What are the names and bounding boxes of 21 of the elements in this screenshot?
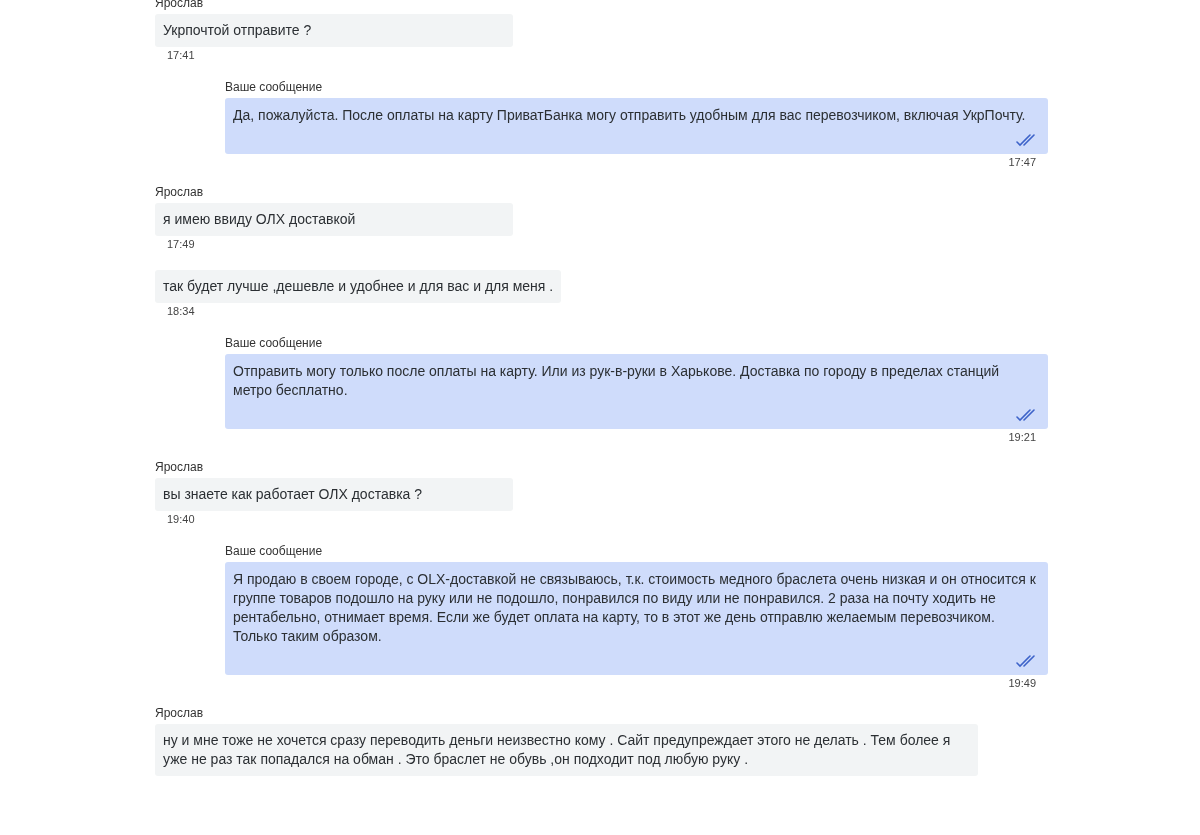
message-text: Да, пожалуйста. После оплаты на карту ПриватБанка могу отправить удобным для вас перевозчиком, включая УкрПочту. [233,106,1027,125]
message-time: 17:47 [1008,156,1036,168]
sender-label: Ваше сообщение [225,545,323,557]
message-text: вы знаете как работает ОЛХ доставка ? [155,478,513,511]
message-text: Отправить могу только после оплаты на карту. Или из рук-в-руки в Харькове. Доставка по городу в пределах станций метро бесплатно. [233,362,1001,400]
message-time: 17:49 [167,238,195,250]
sender-name: Ярослав [155,186,204,198]
message-text: Укрпочтой отправите ? [155,14,513,47]
message-time: 18:34 [167,305,195,317]
sender-name: Ярослав [155,707,204,719]
sender-label: Ваше сообщение [225,81,323,93]
message-time: 17:41 [167,49,195,61]
message-text: Я продаю в своем городе, с OLX-доставкой не связываюсь, т.к. стоимость медного браслета очень низкая и он относится к группе товаров подошло на руку или не подошло, понравился по виду или не понравился. 2 раза на почту ходить не рентабельно, отнимает время. Если же будет оплата на карту, то в этот же день отправлю желаемым перевозчиком. Только таким образом. [233,570,1037,646]
message-text: ну и мне тоже не хочется сразу переводить деньги неизвестно кому . Сайт предупреждает этого не делать . Тем более я уже не раз так попадался на обман . Это браслет не обувь ,он подходит под любую руку . [155,724,978,776]
sender-name: Ярослав [155,461,204,473]
message-text: я имею ввиду ОЛХ доставкой [155,203,513,236]
message-time: 19:49 [1008,677,1036,689]
message-text: так будет лучше ,дешевле и удобнее и для вас и для меня . [155,270,562,303]
message-time: 19:21 [1008,431,1036,443]
sender-label: Ваше сообщение [225,337,323,349]
message-time: 19:40 [167,513,195,525]
